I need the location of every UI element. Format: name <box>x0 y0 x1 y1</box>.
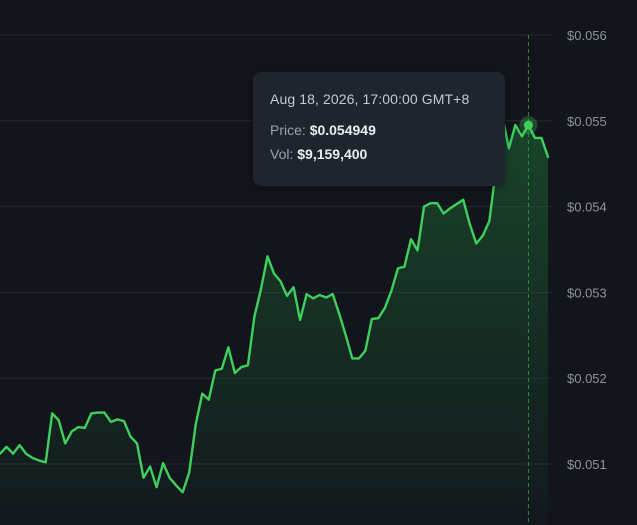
y-tick-label: $0.056 <box>567 28 607 43</box>
y-tick-label: $0.051 <box>567 457 607 472</box>
y-tick-label: $0.054 <box>567 200 607 215</box>
price-tooltip: Aug 18, 2026, 17:00:00 GMT+8 Price: $0.0… <box>253 72 505 186</box>
y-tick-label: $0.052 <box>567 371 607 386</box>
y-tick-label: $0.055 <box>567 114 607 129</box>
price-chart[interactable]: $0.056 $0.055 $0.054 $0.053 $0.052 $0.051 Aug… <box>0 0 637 525</box>
tooltip-price-label: Price: <box>270 122 306 138</box>
tooltip-volume-row: Vol: $9,159,400 <box>270 146 489 162</box>
tooltip-price-row: Price: $0.054949 <box>270 122 489 138</box>
y-axis-ticks: $0.056 $0.055 $0.054 $0.053 $0.052 $0.051 <box>567 28 607 472</box>
tooltip-price-value: $0.054949 <box>309 122 376 138</box>
y-tick-label: $0.053 <box>567 285 607 300</box>
hover-point-marker[interactable] <box>523 120 533 130</box>
tooltip-date: Aug 18, 2026, 17:00:00 GMT+8 <box>270 91 470 107</box>
tooltip-volume-label: Vol: <box>270 146 294 162</box>
tooltip-volume-value: $9,159,400 <box>297 146 368 162</box>
